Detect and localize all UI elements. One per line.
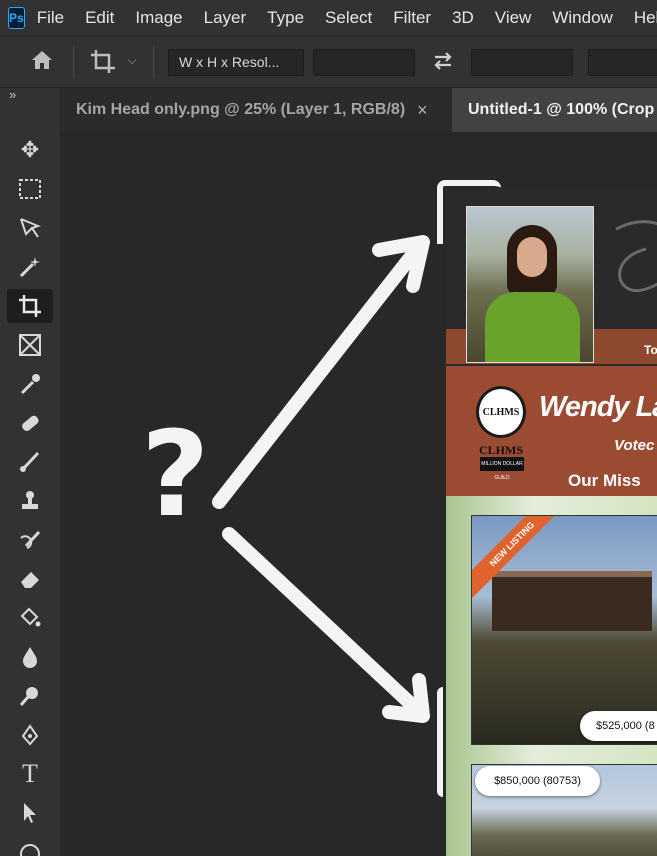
type-tool-icon[interactable]: T: [7, 757, 53, 791]
move-tool-icon[interactable]: ✥: [7, 133, 53, 167]
menu-layer[interactable]: Layer: [204, 8, 247, 28]
dodge-tool-icon[interactable]: [7, 679, 53, 713]
pen-tool-icon[interactable]: [7, 718, 53, 752]
swap-icon[interactable]: [432, 51, 454, 77]
crop-resolution-input[interactable]: [588, 49, 657, 76]
photoshop-logo-icon: Ps: [8, 7, 25, 29]
menu-help[interactable]: Help: [634, 8, 657, 28]
marquee-tool-icon[interactable]: [7, 172, 53, 206]
options-divider: [73, 46, 74, 78]
menu-window[interactable]: Window: [552, 8, 612, 28]
tab-label: Untitled-1 @ 100% (Crop: [468, 101, 655, 118]
paint-bucket-tool-icon[interactable]: [7, 601, 53, 635]
crop-width-input[interactable]: [313, 49, 415, 76]
options-bar: ⌵ W x H x Resol...: [0, 36, 657, 88]
crop-ratio-select[interactable]: W x H x Resol...: [168, 49, 304, 76]
photoshop-window: Ps File Edit Image Layer Type Select Fil…: [0, 0, 657, 856]
tab-label: Kim Head only.png @ 25% (Layer 1, RGB/8): [76, 101, 406, 118]
crop-tool-icon[interactable]: [7, 289, 53, 323]
document-canvas[interactable]: To CLHMS CLHMS MILLION DOLLAR GUILD Wend…: [61, 132, 657, 856]
menu-filter[interactable]: Filter: [393, 8, 431, 28]
chevron-down-icon[interactable]: ⌵: [128, 55, 136, 68]
blur-tool-icon[interactable]: [7, 640, 53, 674]
eyedropper-tool-icon[interactable]: [7, 367, 53, 401]
tab-untitled-1[interactable]: Untitled-1 @ 100% (Crop: [452, 88, 657, 132]
options-divider: [153, 46, 154, 78]
menu-view[interactable]: View: [495, 8, 532, 28]
magic-wand-tool-icon[interactable]: [7, 250, 53, 284]
brush-tool-icon[interactable]: [7, 445, 53, 479]
lasso-tool-icon[interactable]: [7, 211, 53, 245]
menu-file[interactable]: File: [37, 8, 64, 28]
menu-select[interactable]: Select: [325, 8, 372, 28]
crop-icon[interactable]: [90, 49, 116, 81]
menu-bar: Ps File Edit Image Layer Type Select Fil…: [0, 0, 657, 36]
collapse-panel-icon[interactable]: »: [9, 87, 16, 102]
ellipse-tool-icon[interactable]: [7, 835, 53, 856]
crop-height-input[interactable]: [471, 49, 573, 76]
home-icon[interactable]: [30, 49, 54, 77]
healing-brush-tool-icon[interactable]: [7, 406, 53, 440]
question-mark: ?: [141, 405, 210, 543]
history-brush-tool-icon[interactable]: [7, 523, 53, 557]
menu-edit[interactable]: Edit: [85, 8, 114, 28]
close-icon[interactable]: ×: [417, 100, 428, 121]
menu-image[interactable]: Image: [135, 8, 182, 28]
path-selection-tool-icon[interactable]: [7, 796, 53, 830]
document-tabs: Kim Head only.png @ 25% (Layer 1, RGB/8)…: [61, 88, 657, 132]
frame-tool-icon[interactable]: [7, 328, 53, 362]
stamp-tool-icon[interactable]: [7, 484, 53, 518]
tools-panel: » ✥ T: [0, 87, 61, 856]
menu-type[interactable]: Type: [267, 8, 304, 28]
tab-kim-head[interactable]: Kim Head only.png @ 25% (Layer 1, RGB/8)…: [61, 88, 452, 132]
eraser-tool-icon[interactable]: [7, 562, 53, 596]
menu-3d[interactable]: 3D: [452, 8, 474, 28]
